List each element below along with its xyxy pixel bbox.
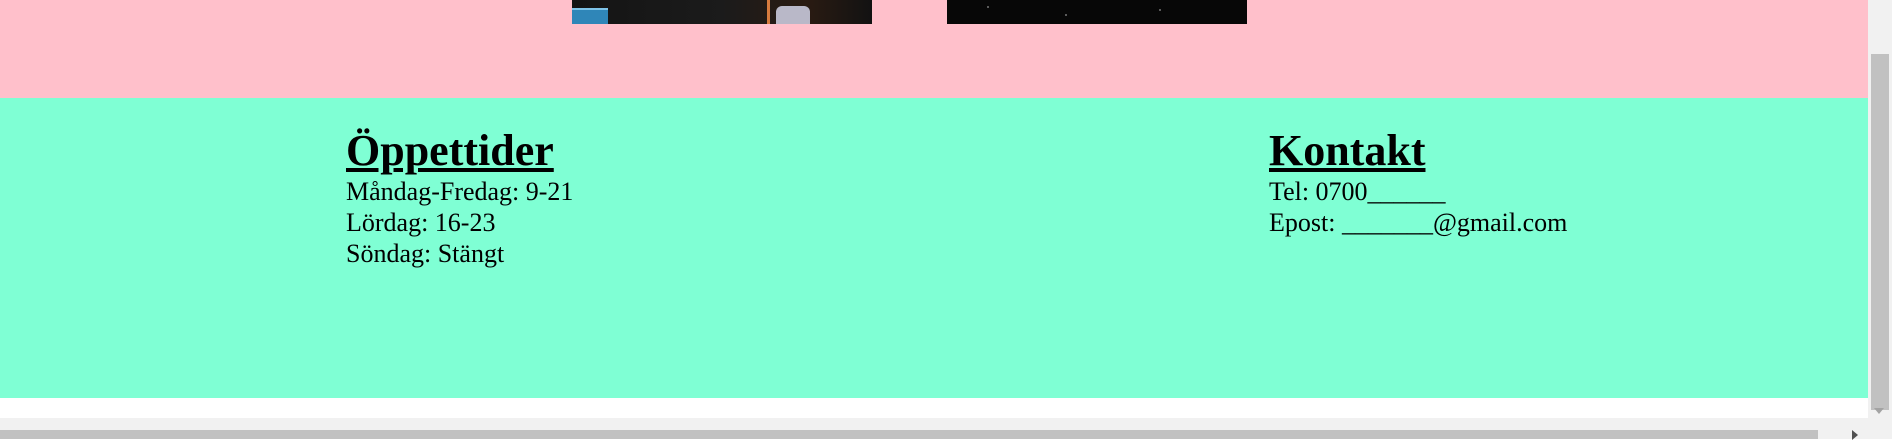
contact-block: Kontakt Tel: 0700______ Epost: _______@g…: [1269, 128, 1567, 238]
page-viewport: Öppettider Måndag-Fredag: 9-21 Lördag: 1…: [0, 0, 1868, 418]
site-footer: Öppettider Måndag-Fredag: 9-21 Lördag: 1…: [0, 98, 1868, 398]
horizontal-scrollbar[interactable]: [0, 418, 1892, 440]
contact-heading: Kontakt: [1269, 126, 1426, 175]
photo-detail: [776, 6, 810, 24]
scroll-down-arrow-icon[interactable]: [1874, 408, 1884, 414]
contact-email: Epost: _______@gmail.com: [1269, 208, 1568, 237]
contact-phone: Tel: 0700______: [1269, 177, 1446, 206]
photo-detail: [987, 6, 989, 8]
vertical-scrollbar[interactable]: [1868, 0, 1892, 418]
opening-hours-block: Öppettider Måndag-Fredag: 9-21 Lördag: 1…: [346, 128, 573, 269]
photo-detail: [1065, 14, 1067, 16]
gallery-photo-1: [572, 0, 872, 24]
hours-weekdays: Måndag-Fredag: 9-21: [346, 177, 574, 206]
hours-saturday: Lördag: 16-23: [346, 208, 496, 237]
opening-hours-heading: Öppettider: [346, 126, 554, 175]
vertical-scrollbar-thumb[interactable]: [1871, 54, 1889, 410]
gallery-section: [0, 0, 1868, 98]
photo-detail: [767, 0, 770, 24]
gallery-photo-2: [947, 0, 1247, 24]
hours-sunday: Söndag: Stängt: [346, 239, 505, 268]
horizontal-scrollbar-thumb[interactable]: [0, 430, 1818, 439]
photo-detail: [1159, 9, 1161, 11]
photo-detail: [572, 8, 608, 24]
